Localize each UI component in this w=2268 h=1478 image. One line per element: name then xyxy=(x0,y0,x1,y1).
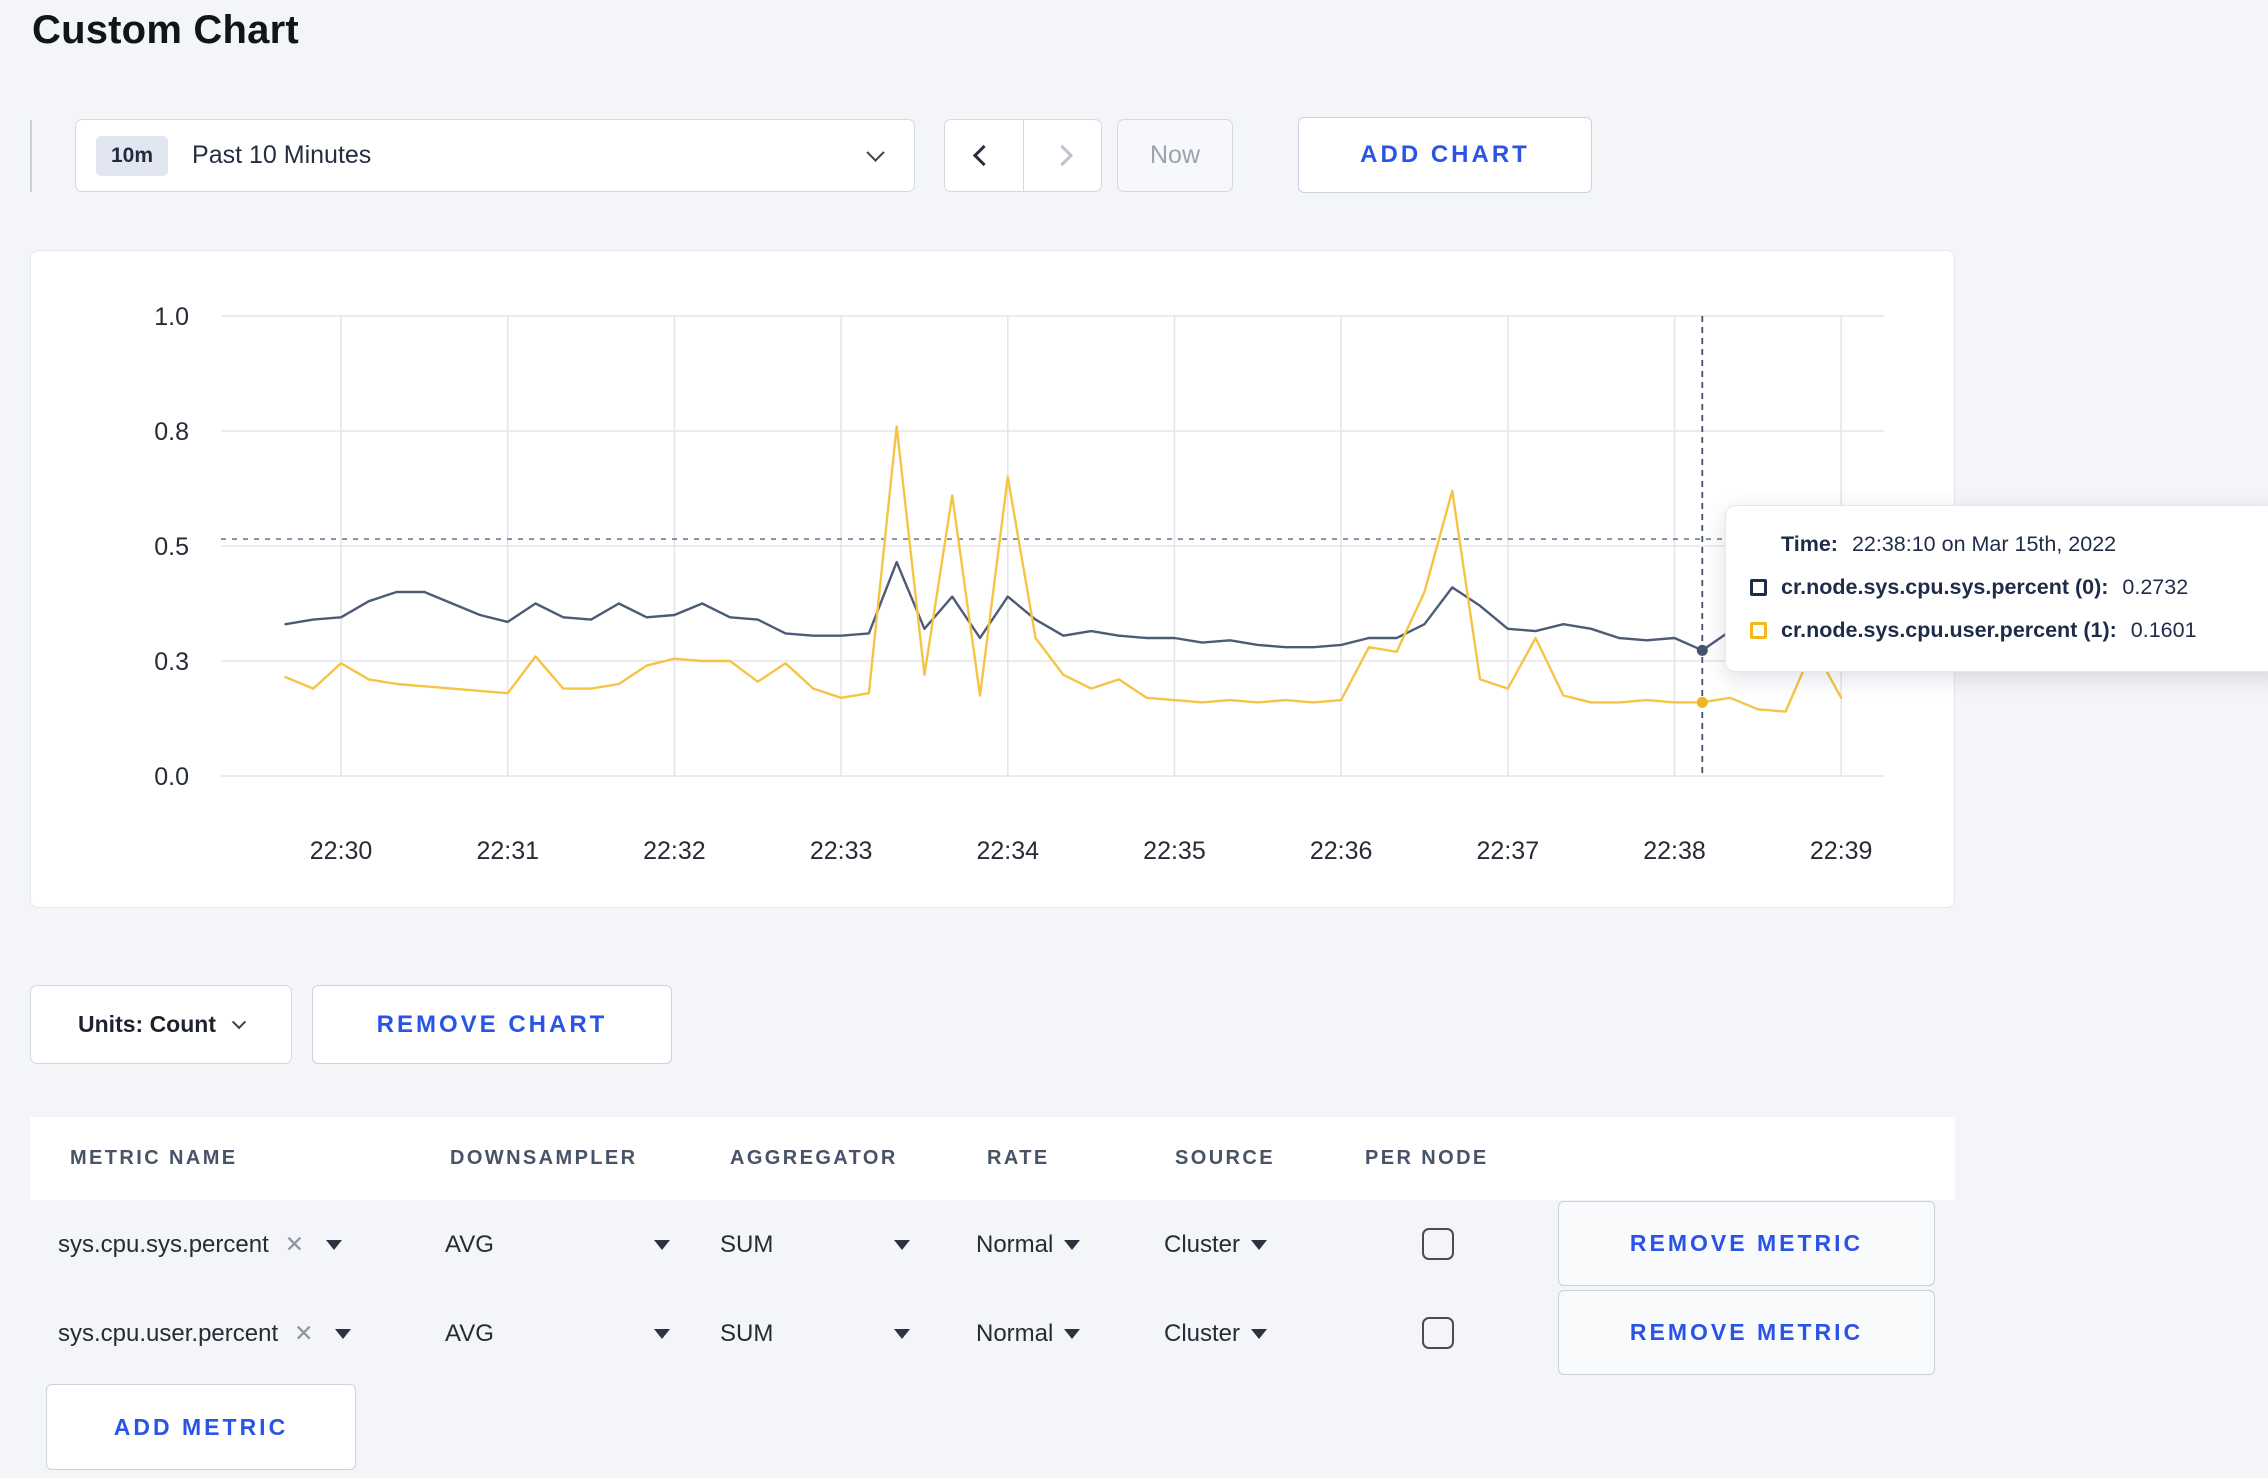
column-header-aggregator: AGGREGATOR xyxy=(730,1147,898,1169)
tooltip-series-name: cr.node.sys.cpu.sys.percent (0): xyxy=(1781,575,2109,599)
svg-text:22:35: 22:35 xyxy=(1143,837,1206,865)
svg-text:22:31: 22:31 xyxy=(476,837,539,865)
svg-text:22:37: 22:37 xyxy=(1477,837,1540,865)
downsampler-value: AVG xyxy=(445,1230,494,1258)
metric-name-label: sys.cpu.sys.percent xyxy=(58,1230,269,1258)
downsampler-value: AVG xyxy=(445,1319,494,1347)
column-header-source: SOURCE xyxy=(1175,1147,1275,1169)
downsampler-select[interactable]: AVG xyxy=(445,1200,670,1289)
page-title: Custom Chart xyxy=(32,8,299,52)
caret-down-icon xyxy=(1251,1328,1268,1339)
column-header-per-node: PER NODE xyxy=(1365,1147,1489,1169)
metric-name-label: sys.cpu.user.percent xyxy=(58,1319,279,1347)
metric-name-select[interactable]: sys.cpu.user.percent ✕ xyxy=(58,1289,352,1378)
rate-select[interactable]: Normal xyxy=(976,1200,1081,1289)
column-header-metric-name: METRIC NAME xyxy=(70,1147,238,1169)
aggregator-select[interactable]: SUM xyxy=(720,1200,910,1289)
cpu-percent-chart[interactable]: 0.0 0.3 0.5 0.8 1.0 22:30 22:31 22:32 22:33 22:34… xyxy=(31,251,1956,909)
column-header-rate: RATE xyxy=(987,1147,1050,1169)
add-chart-button[interactable]: ADD CHART xyxy=(1298,117,1592,193)
close-icon[interactable]: ✕ xyxy=(294,1320,313,1347)
svg-text:22:30: 22:30 xyxy=(310,837,373,865)
remove-metric-button[interactable]: REMOVE METRIC xyxy=(1558,1201,1935,1286)
svg-text:0.5: 0.5 xyxy=(154,533,189,561)
custom-chart-page: Custom Chart 10m Past 10 Minutes Now ADD… xyxy=(0,0,2268,1478)
next-timeframe-button[interactable] xyxy=(1022,120,1102,191)
chevron-left-icon xyxy=(973,144,995,167)
svg-text:22:34: 22:34 xyxy=(976,837,1039,865)
tooltip-series-row: cr.node.sys.cpu.user.percent (1): 0.1601 xyxy=(1750,618,2258,643)
time-window-badge: 10m xyxy=(96,135,169,176)
close-icon[interactable]: ✕ xyxy=(285,1231,304,1258)
tooltip-series-name: cr.node.sys.cpu.user.percent (1): xyxy=(1781,618,2117,642)
svg-text:0.0: 0.0 xyxy=(154,763,189,791)
chart-hover-tooltip: Time: 22:38:10 on Mar 15th, 2022 cr.node… xyxy=(1725,505,2268,672)
svg-text:22:38: 22:38 xyxy=(1643,837,1706,865)
metrics-table-rows: sys.cpu.sys.percent ✕ AVG SUM Normal Clu… xyxy=(30,1200,1955,1378)
chevron-down-icon xyxy=(866,143,885,162)
source-select[interactable]: Cluster xyxy=(1164,1200,1268,1289)
metrics-table-header: METRIC NAME DOWNSAMPLER AGGREGATOR RATE … xyxy=(30,1117,1955,1200)
time-window-select[interactable]: 10m Past 10 Minutes xyxy=(75,119,915,192)
svg-text:22:32: 22:32 xyxy=(643,837,706,865)
svg-text:22:36: 22:36 xyxy=(1310,837,1373,865)
rate-value: Normal xyxy=(976,1230,1054,1258)
toolbar-divider xyxy=(30,120,32,192)
source-select[interactable]: Cluster xyxy=(1164,1289,1268,1378)
tooltip-series-row: cr.node.sys.cpu.sys.percent (0): 0.2732 xyxy=(1750,575,2258,600)
metric-row: sys.cpu.sys.percent ✕ AVG SUM Normal Clu… xyxy=(30,1200,1955,1289)
chevron-right-icon xyxy=(1051,144,1073,167)
column-header-downsampler: DOWNSAMPLER xyxy=(450,1147,638,1169)
metric-row: sys.cpu.user.percent ✕ AVG SUM Normal Cl… xyxy=(30,1289,1955,1378)
remove-chart-button[interactable]: REMOVE CHART xyxy=(312,985,672,1064)
remove-metric-button[interactable]: REMOVE METRIC xyxy=(1558,1290,1935,1375)
svg-text:1.0: 1.0 xyxy=(154,303,189,331)
add-metric-button[interactable]: ADD METRIC xyxy=(46,1384,356,1470)
now-button[interactable]: Now xyxy=(1117,119,1233,192)
tooltip-time-value: 22:38:10 on Mar 15th, 2022 xyxy=(1851,532,2117,556)
svg-text:22:39: 22:39 xyxy=(1810,837,1873,865)
svg-text:0.8: 0.8 xyxy=(154,418,189,446)
caret-down-icon xyxy=(654,1328,670,1339)
chart-card: 0.0 0.3 0.5 0.8 1.0 22:30 22:31 22:32 22:33 22:34… xyxy=(30,250,1955,908)
rate-select[interactable]: Normal xyxy=(976,1289,1081,1378)
caret-down-icon xyxy=(326,1239,343,1250)
aggregator-select[interactable]: SUM xyxy=(720,1289,910,1378)
caret-down-icon xyxy=(1064,1239,1081,1250)
source-value: Cluster xyxy=(1164,1319,1241,1347)
source-value: Cluster xyxy=(1164,1230,1241,1258)
time-window-label: Past 10 Minutes xyxy=(192,141,372,169)
tooltip-time-label: Time: xyxy=(1781,532,1838,556)
svg-text:0.3: 0.3 xyxy=(154,648,189,676)
per-node-checkbox[interactable] xyxy=(1422,1317,1454,1349)
caret-down-icon xyxy=(894,1328,910,1339)
metric-name-select[interactable]: sys.cpu.sys.percent ✕ xyxy=(58,1200,343,1289)
tooltip-time-row: Time: 22:38:10 on Mar 15th, 2022 xyxy=(1750,532,2258,557)
time-step-group xyxy=(944,119,1102,192)
tooltip-series-value: 0.1601 xyxy=(2130,618,2197,642)
downsampler-select[interactable]: AVG xyxy=(445,1289,670,1378)
caret-down-icon xyxy=(1251,1239,1268,1250)
units-label: Units: Count xyxy=(78,1011,216,1037)
per-node-checkbox[interactable] xyxy=(1422,1228,1454,1260)
rate-value: Normal xyxy=(976,1319,1054,1347)
caret-down-icon xyxy=(335,1328,352,1339)
caret-down-icon xyxy=(1064,1328,1081,1339)
chevron-down-icon xyxy=(231,1014,247,1029)
aggregator-value: SUM xyxy=(720,1230,774,1258)
units-select[interactable]: Units: Count xyxy=(30,985,292,1064)
caret-down-icon xyxy=(894,1239,910,1250)
caret-down-icon xyxy=(654,1239,670,1250)
aggregator-value: SUM xyxy=(720,1319,774,1347)
tooltip-series-value: 0.2732 xyxy=(2122,575,2189,599)
previous-timeframe-button[interactable] xyxy=(945,120,1023,191)
user-percent-swatch-icon xyxy=(1750,622,1767,639)
svg-text:22:33: 22:33 xyxy=(810,837,873,865)
sys-percent-swatch-icon xyxy=(1750,579,1767,596)
